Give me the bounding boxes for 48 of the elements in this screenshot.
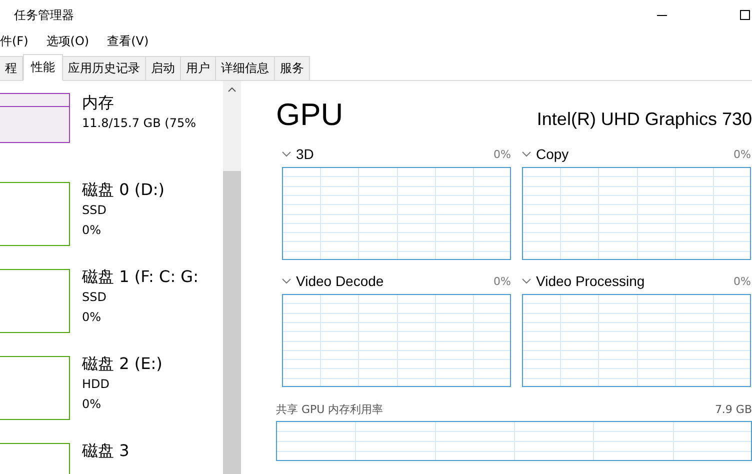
tab[interactable]: 应用历史记录	[63, 56, 146, 80]
engine-selector[interactable]: Video Decode	[282, 273, 384, 289]
chevron-down-icon	[282, 278, 291, 284]
tab[interactable]: 程	[0, 56, 23, 80]
engine-usage: 0%	[494, 274, 511, 288]
item-detail: SSD	[82, 202, 108, 219]
item-detail: HDD	[82, 376, 111, 393]
engine-usage: 0%	[494, 148, 511, 160]
sidebar-item[interactable]: 磁盘 0 (D:) SSD 0%	[0, 180, 223, 267]
item-name: 磁盘 0 (D:)	[82, 180, 165, 200]
item-name: 磁盘 1 (F: C: G:	[82, 267, 198, 287]
chevron-down-icon	[522, 151, 531, 157]
engine-usage: 0%	[734, 148, 751, 160]
page-title: GPU	[276, 97, 344, 133]
shared-memory-value: 7.9 GB	[714, 402, 752, 416]
engine-selector[interactable]: Copy	[522, 146, 569, 162]
tab[interactable]: 启动	[146, 56, 181, 80]
maximize-icon	[740, 10, 750, 20]
tab[interactable]: 详细信息	[216, 56, 275, 80]
item-name: 磁盘 2 (E:)	[82, 354, 162, 374]
chevron-down-icon	[522, 278, 531, 284]
scrollbar-thumb[interactable]	[223, 98, 241, 171]
tab[interactable]: 性能	[23, 54, 63, 81]
item-detail: 0%	[82, 309, 102, 326]
menu-item[interactable]: 件(F)	[0, 32, 28, 50]
scrollbar[interactable]	[223, 81, 241, 474]
tab[interactable]: 服务	[275, 56, 310, 80]
sidebar-item[interactable]: 磁盘 3	[0, 441, 223, 474]
item-name: 磁盘 3	[82, 441, 130, 461]
sidebar-item[interactable]: 内存 11.8/15.7 GB (75%	[0, 93, 223, 180]
item-detail: 11.8/15.7 GB (75%	[82, 115, 196, 132]
item-name: 内存	[82, 93, 115, 113]
window-title: 任务管理器	[14, 6, 74, 24]
item-detail: 0%	[82, 222, 102, 239]
item-detail: SSD	[82, 289, 108, 306]
tab[interactable]: 用户	[181, 56, 216, 80]
item-detail: 0%	[82, 396, 102, 413]
chevron-down-icon	[282, 151, 291, 157]
engine-selector[interactable]: 3D	[282, 146, 314, 162]
engine-selector[interactable]: Video Processing	[522, 273, 645, 289]
shared-memory-label: 共享 GPU 内存利用率	[276, 402, 384, 416]
engine-usage: 0%	[734, 274, 751, 288]
menu-item[interactable]: 选项(O)	[46, 32, 90, 50]
sidebar-item[interactable]: 磁盘 1 (F: C: G: SSD 0%	[0, 267, 223, 354]
device-name: Intel(R) UHD Graphics 730	[536, 109, 752, 131]
menu-item[interactable]: 查看(V)	[107, 32, 149, 50]
scroll-up-icon[interactable]	[223, 81, 241, 98]
sidebar-item[interactable]: 磁盘 2 (E:) HDD 0%	[0, 354, 223, 441]
